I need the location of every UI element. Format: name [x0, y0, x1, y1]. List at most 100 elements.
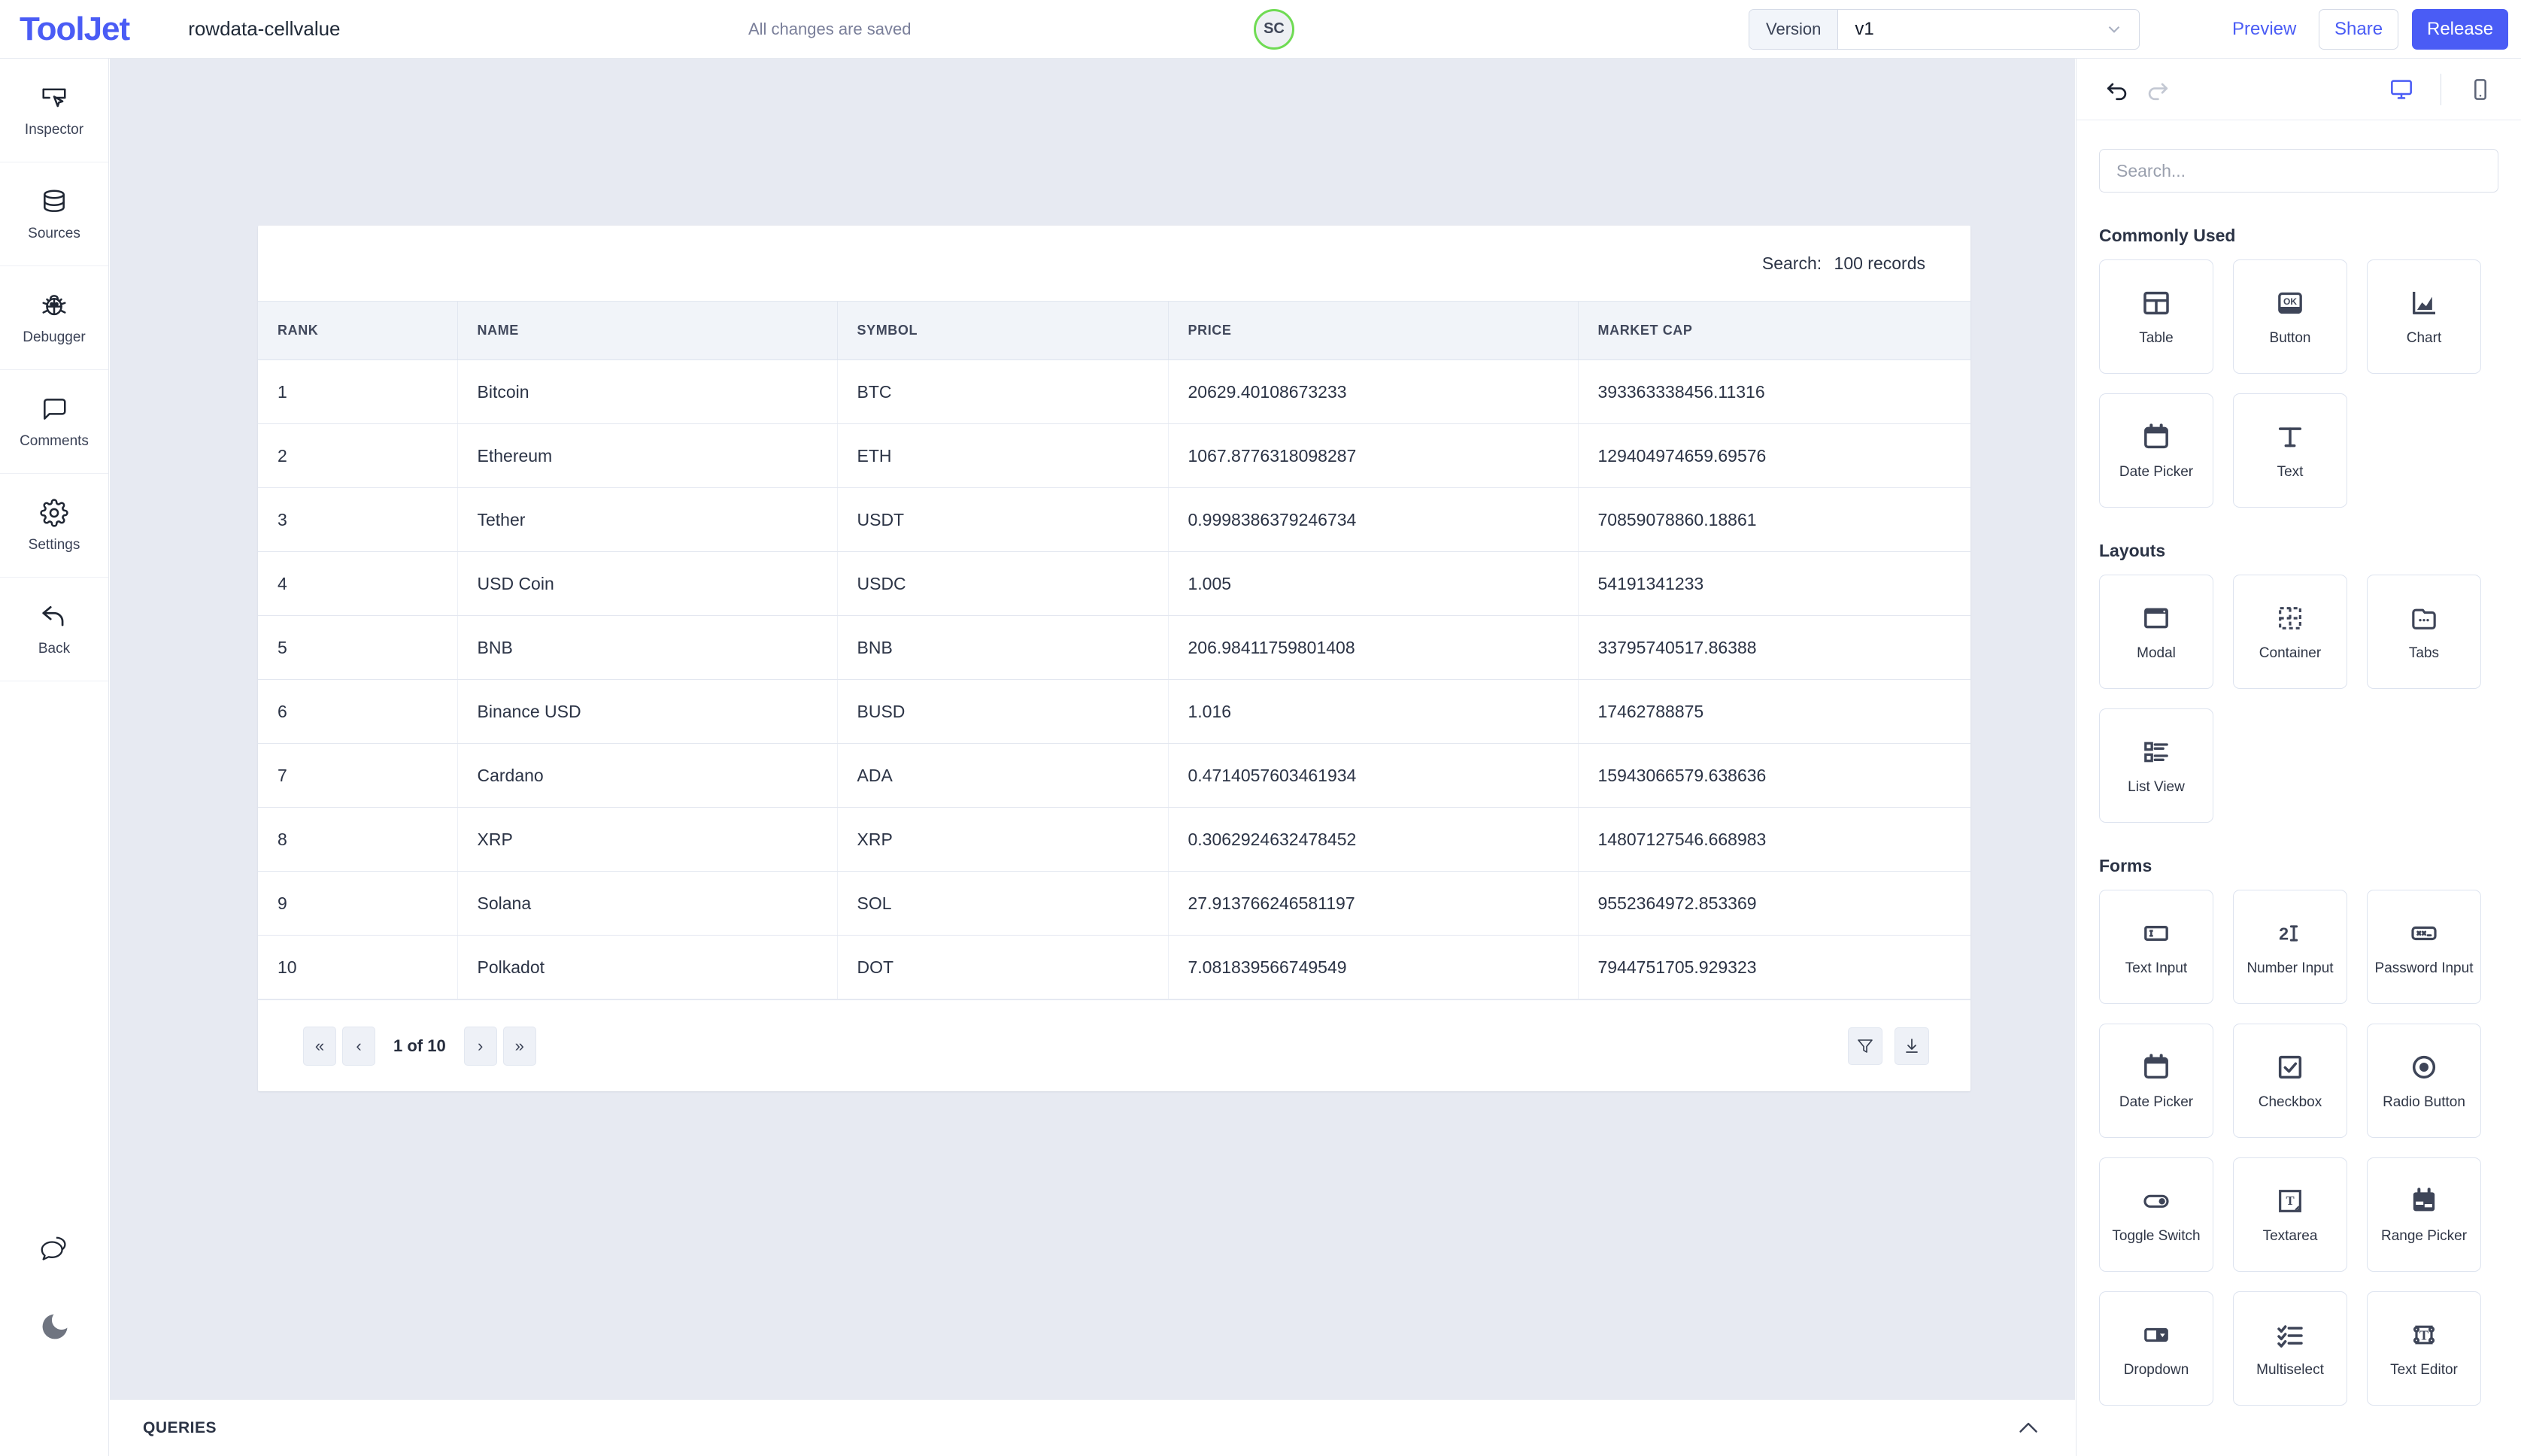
cell-symbol[interactable]: USDC [837, 551, 1169, 616]
table-row[interactable]: 7 Cardano ADA 0.4714057603461934 15943066579… [258, 743, 1970, 808]
cell-symbol[interactable]: DOT [837, 935, 1169, 999]
component-card-number-input[interactable]: 2 Number Input [2233, 890, 2347, 1004]
undo-icon[interactable] [2105, 77, 2131, 102]
sidebar-item-comments[interactable]: Comments [0, 370, 108, 474]
component-card-button[interactable]: OK Button [2233, 259, 2347, 374]
table-row[interactable]: 5 BNB BNB 206.98411759801408 33795740517.863… [258, 615, 1970, 680]
cell-symbol[interactable]: BNB [837, 615, 1169, 680]
release-button[interactable]: Release [2412, 9, 2509, 50]
column-header-market-cap[interactable]: MARKET CAP [1578, 301, 1970, 360]
component-card-date-picker[interactable]: Date Picker [2099, 1024, 2213, 1138]
cell-name[interactable]: XRP [457, 807, 838, 872]
table-row[interactable]: 1 Bitcoin BTC 20629.40108673233 393363338456… [258, 359, 1970, 424]
cell-price[interactable]: 7.081839566749549 [1168, 935, 1579, 999]
cell-price[interactable]: 206.98411759801408 [1168, 615, 1579, 680]
cell-price[interactable]: 1.005 [1168, 551, 1579, 616]
cell-name[interactable]: Polkadot [457, 935, 838, 999]
download-button[interactable] [1895, 1027, 1929, 1065]
cell-symbol[interactable]: ADA [837, 743, 1169, 808]
cell-market-cap[interactable]: 54191341233 [1578, 551, 1970, 616]
component-card-dropdown[interactable]: Dropdown [2099, 1291, 2213, 1406]
cell-price[interactable]: 0.4714057603461934 [1168, 743, 1579, 808]
column-header-symbol[interactable]: SYMBOL [837, 301, 1169, 360]
cell-name[interactable]: USD Coin [457, 551, 838, 616]
preview-button[interactable]: Preview [2232, 19, 2296, 40]
queries-bar[interactable]: QUERIES [110, 1399, 2075, 1456]
cell-name[interactable]: Binance USD [457, 679, 838, 744]
cell-market-cap[interactable]: 17462788875 [1578, 679, 1970, 744]
cell-market-cap[interactable]: 393363338456.11316 [1578, 359, 1970, 424]
cell-name[interactable]: BNB [457, 615, 838, 680]
chat-bubbles-icon[interactable] [38, 1233, 72, 1268]
app-name[interactable]: rowdata-cellvalue [188, 17, 340, 41]
pagination-last-button[interactable]: » [502, 1026, 536, 1066]
column-header-rank[interactable]: RANK [258, 301, 458, 360]
table-row[interactable]: 3 Tether USDT 0.9998386379246734 70859078860… [258, 487, 1970, 552]
cell-name[interactable]: Bitcoin [457, 359, 838, 424]
version-dropdown[interactable]: v1 [1838, 10, 2139, 49]
sidebar-item-back[interactable]: Back [0, 578, 108, 681]
component-card-modal[interactable]: Modal [2099, 575, 2213, 689]
cell-market-cap[interactable]: 129404974659.69576 [1578, 423, 1970, 488]
component-card-multiselect[interactable]: Multiselect [2233, 1291, 2347, 1406]
share-button[interactable]: Share [2319, 9, 2399, 50]
cell-rank[interactable]: 9 [258, 871, 458, 936]
pagination-prev-button[interactable]: ‹ [342, 1026, 375, 1066]
cell-symbol[interactable]: USDT [837, 487, 1169, 552]
cell-symbol[interactable]: BUSD [837, 679, 1169, 744]
tooljet-logo[interactable]: ToolJet [20, 12, 130, 46]
sidebar-item-inspector[interactable]: Inspector [0, 59, 108, 162]
cell-name[interactable]: Ethereum [457, 423, 838, 488]
table-row[interactable]: 6 Binance USD BUSD 1.016 17462788875 [258, 679, 1970, 744]
sidebar-item-sources[interactable]: Sources [0, 162, 108, 266]
cell-rank[interactable]: 1 [258, 359, 458, 424]
chevron-up-icon[interactable] [2015, 1415, 2042, 1442]
sidebar-item-settings[interactable]: Settings [0, 474, 108, 578]
cell-rank[interactable]: 2 [258, 423, 458, 488]
component-search-input[interactable]: Search... [2099, 149, 2498, 193]
component-card-container[interactable]: Container [2233, 575, 2347, 689]
component-card-text-input[interactable]: Text Input [2099, 890, 2213, 1004]
cell-rank[interactable]: 3 [258, 487, 458, 552]
component-card-list-view[interactable]: List View [2099, 708, 2213, 823]
table-row[interactable]: 8 XRP XRP 0.3062924632478452 14807127546.668… [258, 807, 1970, 872]
sidebar-item-debugger[interactable]: Debugger [0, 266, 108, 370]
component-card-textarea[interactable]: T Textarea [2233, 1157, 2347, 1272]
cell-market-cap[interactable]: 9552364972.853369 [1578, 871, 1970, 936]
cell-price[interactable]: 27.913766246581197 [1168, 871, 1579, 936]
cell-rank[interactable]: 8 [258, 807, 458, 872]
pagination-first-button[interactable]: « [303, 1026, 336, 1066]
cell-market-cap[interactable]: 70859078860.18861 [1578, 487, 1970, 552]
cell-name[interactable]: Solana [457, 871, 838, 936]
cell-market-cap[interactable]: 7944751705.929323 [1578, 935, 1970, 999]
cell-name[interactable]: Cardano [457, 743, 838, 808]
component-card-toggle-switch[interactable]: Toggle Switch [2099, 1157, 2213, 1272]
cell-rank[interactable]: 6 [258, 679, 458, 744]
component-card-date-picker[interactable]: Date Picker [2099, 393, 2213, 508]
component-card-checkbox[interactable]: Checkbox [2233, 1024, 2347, 1138]
table-row[interactable]: 10 Polkadot DOT 7.081839566749549 7944751705… [258, 935, 1970, 999]
component-card-range-picker[interactable]: Range Picker [2367, 1157, 2481, 1272]
cell-rank[interactable]: 4 [258, 551, 458, 616]
cell-symbol[interactable]: XRP [837, 807, 1169, 872]
cell-rank[interactable]: 7 [258, 743, 458, 808]
cell-rank[interactable]: 10 [258, 935, 458, 999]
table-row[interactable]: 9 Solana SOL 27.913766246581197 9552364972.8… [258, 871, 1970, 936]
cell-market-cap[interactable]: 15943066579.638636 [1578, 743, 1970, 808]
component-card-password-input[interactable]: Password Input [2367, 890, 2481, 1004]
desktop-icon[interactable] [2389, 77, 2413, 102]
redo-icon[interactable] [2144, 77, 2170, 102]
column-header-name[interactable]: NAME [457, 301, 838, 360]
filter-button[interactable] [1848, 1027, 1882, 1065]
cell-market-cap[interactable]: 33795740517.86388 [1578, 615, 1970, 680]
cell-symbol[interactable]: SOL [837, 871, 1169, 936]
component-card-text-editor[interactable]: T Text Editor [2367, 1291, 2481, 1406]
cell-price[interactable]: 1067.8776318098287 [1168, 423, 1579, 488]
version-selector[interactable]: Version v1 [1749, 8, 2140, 50]
cell-name[interactable]: Tether [457, 487, 838, 552]
component-card-table[interactable]: Table [2099, 259, 2213, 374]
cell-price[interactable]: 0.9998386379246734 [1168, 487, 1579, 552]
table-row[interactable]: 4 USD Coin USDC 1.005 54191341233 [258, 551, 1970, 616]
table-search-summary[interactable]: Search: 100 records [1762, 253, 1925, 274]
cell-price[interactable]: 1.016 [1168, 679, 1579, 744]
